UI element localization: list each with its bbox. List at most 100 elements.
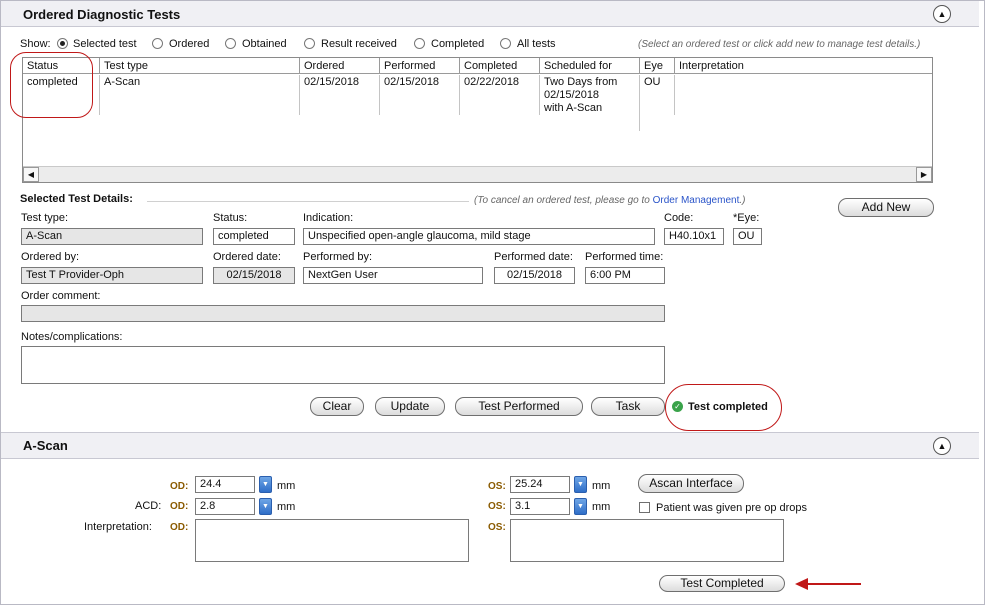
od-axial-unit: mm	[277, 480, 296, 492]
od-axial-label: OD:	[170, 481, 189, 492]
interpretation-label: Interpretation:	[84, 521, 152, 533]
col-header-completed[interactable]: Completed	[460, 58, 540, 74]
ordered-by-field: Test T Provider-Oph	[21, 267, 203, 284]
test-type-label: Test type:	[21, 212, 69, 224]
col-header-test-type[interactable]: Test type	[100, 58, 300, 74]
filter-obtained-radio[interactable]	[225, 38, 236, 49]
col-header-ordered[interactable]: Ordered	[300, 58, 380, 74]
collapse-icon[interactable]: ▲	[933, 437, 951, 455]
col-header-scheduled-for[interactable]: Scheduled for	[540, 58, 640, 74]
interp-os-label: OS:	[488, 522, 506, 533]
row-eye: OU	[640, 75, 675, 115]
filter-all-tests-radio[interactable]	[500, 38, 511, 49]
status-field[interactable]: completed	[213, 228, 295, 245]
ascan-title: A-Scan	[23, 438, 68, 453]
indication-field[interactable]: Unspecified open-angle glaucoma, mild st…	[303, 228, 655, 245]
cancel-note: (To cancel an ordered test, please go to…	[474, 195, 746, 206]
ascan-interface-button[interactable]: Ascan Interface	[638, 474, 744, 493]
os-axial-label: OS:	[488, 481, 506, 492]
col-header-performed[interactable]: Performed	[380, 58, 460, 74]
acd-os-label: OS:	[488, 501, 506, 512]
horizontal-scrollbar[interactable]: ◀ ▶	[23, 166, 932, 182]
acd-od-dropdown-icon[interactable]: ▼	[259, 498, 272, 515]
filter-selected-test-label[interactable]: Selected test	[73, 38, 137, 50]
row-ordered: 02/15/2018	[300, 75, 380, 115]
filter-completed-radio[interactable]	[414, 38, 425, 49]
section-title: Ordered Diagnostic Tests	[23, 7, 181, 22]
completed-annotation-circle	[665, 384, 782, 431]
interp-od-label: OD:	[170, 522, 189, 533]
order-comment-field	[21, 305, 665, 322]
arrow-annotation-icon	[795, 578, 861, 590]
notes-label: Notes/complications:	[21, 331, 123, 343]
status-label: Status:	[213, 212, 248, 224]
acd-os-dropdown-icon[interactable]: ▼	[574, 498, 587, 515]
col-header-eye[interactable]: Eye	[640, 58, 675, 74]
test-performed-button[interactable]: Test Performed	[455, 397, 583, 416]
clear-button[interactable]: Clear	[310, 397, 364, 416]
details-heading: Selected Test Details:	[20, 193, 133, 205]
code-field[interactable]: H40.10x1	[664, 228, 724, 245]
pre-op-drops-label[interactable]: Patient was given pre op drops	[656, 502, 807, 514]
eye-field[interactable]: OU	[733, 228, 762, 245]
ordered-tests-header: Ordered Diagnostic Tests ▲	[1, 1, 979, 27]
scroll-right-icon[interactable]: ▶	[916, 167, 932, 182]
task-button[interactable]: Task	[591, 397, 665, 416]
ascan-header: A-Scan ▲	[1, 432, 979, 459]
acd-os-field[interactable]: 3.1	[510, 498, 570, 515]
os-axial-unit: mm	[592, 480, 611, 492]
filter-ordered-label[interactable]: Ordered	[169, 38, 209, 50]
status-annotation-circle	[10, 52, 93, 118]
acd-label: ACD:	[135, 500, 162, 512]
performed-by-label: Performed by:	[303, 251, 373, 263]
collapse-icon[interactable]: ▲	[933, 5, 951, 23]
test-type-field: A-Scan	[21, 228, 203, 245]
filter-result-received-label[interactable]: Result received	[321, 38, 397, 50]
ordered-by-label: Ordered by:	[21, 251, 80, 263]
filter-obtained-label[interactable]: Obtained	[242, 38, 287, 50]
interp-od-textarea[interactable]	[195, 519, 469, 562]
performed-time-label: Performed time:	[585, 251, 664, 263]
os-axial-dropdown-icon[interactable]: ▼	[574, 476, 587, 493]
scroll-left-icon[interactable]: ◀	[23, 167, 39, 182]
pre-op-drops-checkbox[interactable]	[639, 502, 650, 513]
acd-od-unit: mm	[277, 501, 296, 513]
od-axial-field[interactable]: 24.4	[195, 476, 255, 493]
update-button[interactable]: Update	[375, 397, 445, 416]
interp-os-textarea[interactable]	[510, 519, 784, 562]
ordered-date-label: Ordered date:	[213, 251, 281, 263]
acd-od-field[interactable]: 2.8	[195, 498, 255, 515]
row-scheduled-for: Two Days from 02/15/2018 with A-Scan	[540, 75, 640, 131]
os-axial-field[interactable]: 25.24	[510, 476, 570, 493]
performed-by-field[interactable]: NextGen User	[303, 267, 483, 284]
ordered-date-field: 02/15/2018	[213, 267, 295, 284]
row-performed: 02/15/2018	[380, 75, 460, 115]
indication-label: Indication:	[303, 212, 354, 224]
row-interpretation	[675, 75, 932, 115]
filter-completed-label[interactable]: Completed	[431, 38, 484, 50]
order-comment-label: Order comment:	[21, 290, 101, 302]
row-test-type: A-Scan	[100, 75, 300, 115]
ordered-tests-table: Status Test type Ordered Performed Compl…	[22, 57, 933, 183]
acd-od-label: OD:	[170, 501, 189, 512]
code-label: Code:	[664, 212, 694, 224]
filter-ordered-radio[interactable]	[152, 38, 163, 49]
test-completed-button[interactable]: Test Completed	[659, 575, 785, 592]
details-divider	[147, 201, 469, 202]
filter-all-tests-label[interactable]: All tests	[517, 38, 556, 50]
eye-label: *Eye:	[733, 212, 760, 224]
performed-date-label: Performed date:	[494, 251, 573, 263]
filter-selected-test-radio[interactable]	[57, 38, 68, 49]
select-hint: (Select an ordered test or click add new…	[638, 39, 921, 50]
show-label: Show:	[20, 38, 51, 50]
od-axial-dropdown-icon[interactable]: ▼	[259, 476, 272, 493]
performed-date-field[interactable]: 02/15/2018	[494, 267, 575, 284]
filter-result-received-radio[interactable]	[304, 38, 315, 49]
col-header-interpretation[interactable]: Interpretation	[675, 58, 932, 74]
notes-textarea[interactable]	[21, 346, 665, 384]
order-management-link[interactable]: Order Management	[653, 195, 740, 206]
row-completed: 02/22/2018	[460, 75, 540, 115]
acd-os-unit: mm	[592, 501, 611, 513]
performed-time-field[interactable]: 6:00 PM	[585, 267, 665, 284]
add-new-button[interactable]: Add New	[838, 198, 934, 217]
